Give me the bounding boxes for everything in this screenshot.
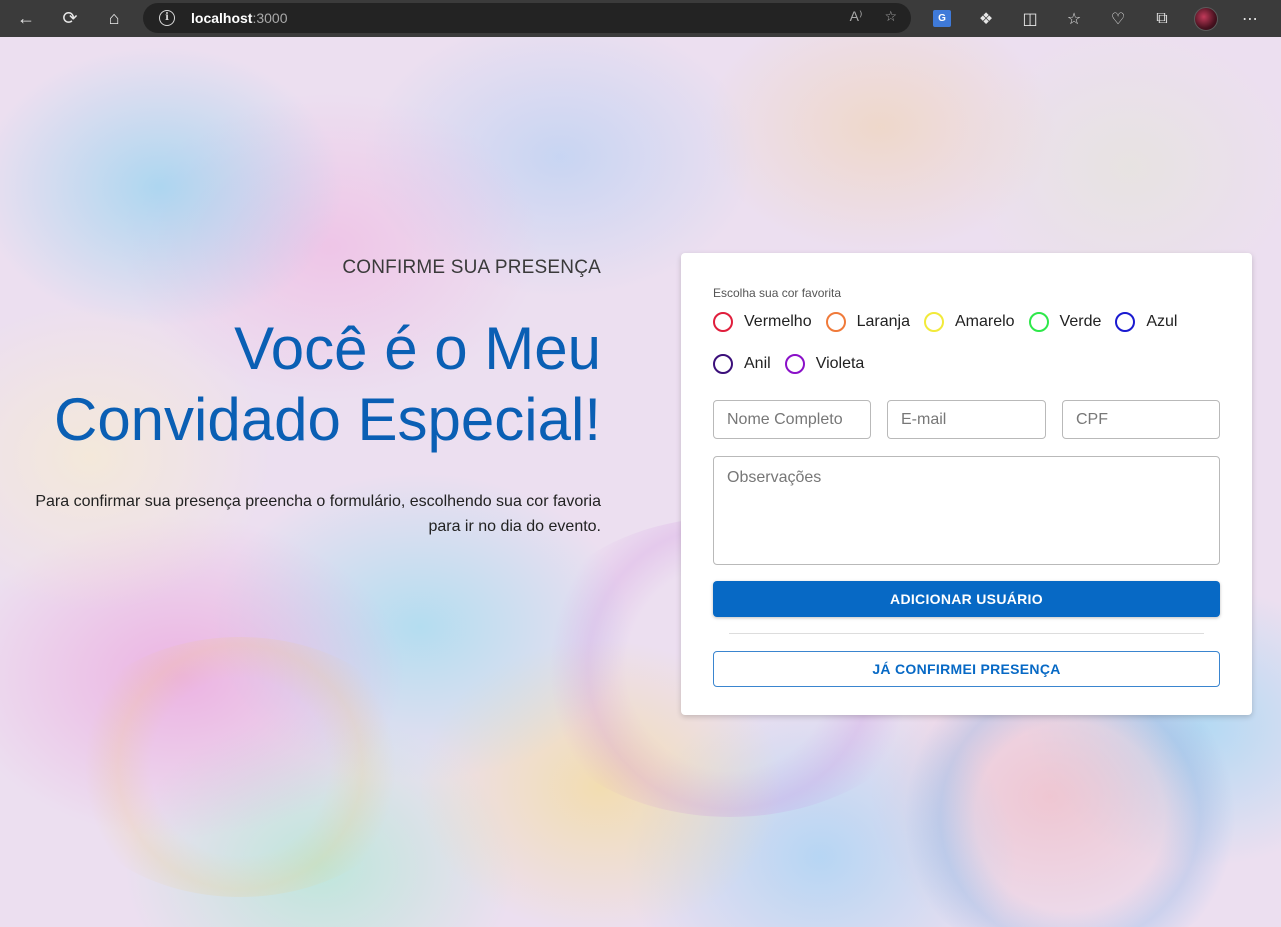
radio-label: Azul [1146, 312, 1178, 330]
page-title: Você é o Meu Convidado Especial! [1, 313, 601, 455]
name-field[interactable]: Nome Completo [713, 400, 871, 439]
radio-label: Verde [1059, 312, 1102, 330]
hero-description: Para confirmar sua presença preencha o f… [35, 493, 601, 535]
radio-label: Vermelho [744, 312, 812, 330]
hero-section: CONFIRME SUA PRESENÇA Você é o Meu Convi… [1, 257, 601, 539]
back-icon[interactable]: ← [4, 0, 48, 37]
headline-line-1: Você é o Meu [234, 315, 601, 382]
radio-circle[interactable] [713, 311, 733, 332]
add-user-button[interactable]: ADICIONAR USUÁRIO [713, 581, 1220, 617]
browser-essentials-icon[interactable]: ♡ [1096, 0, 1140, 37]
radio-violeta[interactable]: Violeta [784, 353, 865, 374]
headline-line-2: Convidado Especial! [53, 386, 601, 453]
extensions-area: G ❖ ◫ ☆ ♡ ⧉ ⋯ [920, 0, 1272, 37]
radio-circle[interactable] [784, 353, 805, 374]
color-radio-group: Vermelho Laranja Amarelo Verde Azul Anil… [713, 311, 1213, 374]
read-aloud-icon[interactable]: A⁾ [850, 8, 863, 25]
color-legend: Escolha sua cor favorita [713, 286, 842, 300]
split-screen-icon[interactable]: ◫ [1008, 0, 1052, 37]
collections-icon[interactable]: ⧉ [1140, 0, 1184, 37]
rsvp-form-card: Escolha sua cor favorita Vermelho Laranj… [681, 253, 1252, 715]
address-bar[interactable]: i localhost:3000 A⁾ ☆ [143, 3, 911, 33]
radio-amarelo[interactable]: Amarelo [923, 311, 1015, 332]
notes-textarea[interactable]: Observações [713, 456, 1220, 565]
url-port: :3000 [252, 10, 288, 26]
favorite-star-icon[interactable]: ☆ [884, 8, 897, 25]
radio-circle[interactable] [713, 353, 733, 374]
radio-circle[interactable] [923, 311, 944, 332]
reload-icon[interactable]: ⟳ [48, 0, 92, 37]
favorites-icon[interactable]: ☆ [1052, 0, 1096, 37]
radio-anil[interactable]: Anil [713, 353, 771, 374]
browser-toolbar: ← ⟳ ⌂ i localhost:3000 A⁾ ☆ G ❖ ◫ ☆ ♡ ⧉ … [0, 0, 1281, 37]
divider [729, 633, 1204, 634]
cpf-field[interactable]: CPF [1062, 400, 1220, 439]
radio-vermelho[interactable]: Vermelho [713, 311, 812, 332]
eyebrow-title: CONFIRME SUA PRESENÇA [342, 257, 601, 278]
avatar [1194, 6, 1218, 31]
more-menu-icon[interactable]: ⋯ [1228, 0, 1272, 37]
input-row: Nome Completo E-mail CPF [713, 400, 1220, 439]
decorative-swirl [60, 637, 420, 897]
email-field[interactable]: E-mail [887, 400, 1046, 439]
extensions-puzzle-icon[interactable]: ❖ [964, 0, 1008, 37]
radio-label: Amarelo [954, 312, 1015, 330]
radio-label: Laranja [856, 312, 910, 330]
profile-avatar[interactable] [1184, 0, 1228, 37]
radio-circle[interactable] [1028, 311, 1049, 332]
radio-verde[interactable]: Verde [1028, 311, 1102, 332]
radio-circle[interactable] [1115, 311, 1136, 332]
already-confirmed-button[interactable]: JÁ CONFIRMEI PRESENÇA [713, 651, 1220, 687]
radio-circle[interactable] [825, 311, 846, 332]
home-icon[interactable]: ⌂ [92, 0, 136, 37]
radio-laranja[interactable]: Laranja [825, 311, 910, 332]
translate-extension-icon[interactable]: G [920, 0, 964, 37]
radio-azul[interactable]: Azul [1115, 311, 1177, 332]
radio-label: Violeta [815, 354, 865, 372]
radio-label: Anil [744, 354, 771, 372]
page-background: CONFIRME SUA PRESENÇA Você é o Meu Convi… [0, 37, 1281, 927]
site-info-icon[interactable]: i [159, 10, 175, 26]
url-host: localhost [191, 10, 253, 26]
